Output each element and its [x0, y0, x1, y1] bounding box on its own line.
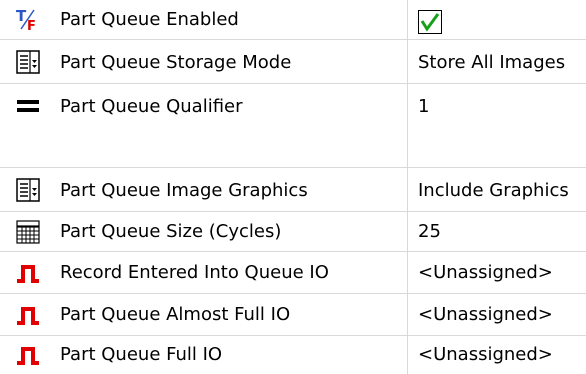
- property-row-part-queue-qualifier[interactable]: Part Queue Qualifier 1: [0, 84, 586, 168]
- property-row-part-queue-full-io[interactable]: Part Queue Full IO <Unassigned>: [0, 336, 586, 374]
- property-value-cell[interactable]: 1: [408, 84, 586, 167]
- property-name-cell: Part Queue Almost Full IO: [0, 294, 408, 335]
- property-label: Part Queue Storage Mode: [60, 52, 292, 73]
- property-row-part-queue-storage-mode[interactable]: Part Queue Storage Mode Store All Images: [0, 40, 586, 84]
- property-grid: T F Part Queue Enabled Part Queue Storag…: [0, 0, 586, 374]
- property-label: Part Queue Size (Cycles): [60, 221, 282, 242]
- property-value-cell[interactable]: <Unassigned>: [408, 336, 586, 374]
- property-value[interactable]: Store All Images: [418, 52, 565, 74]
- list-dropdown-icon: [16, 50, 40, 74]
- property-name-cell: Record Entered Into Queue IO: [0, 252, 408, 293]
- property-value[interactable]: Include Graphics: [418, 180, 569, 202]
- property-row-part-queue-size[interactable]: Part Queue Size (Cycles) 25: [0, 212, 586, 252]
- property-name-cell: Part Queue Full IO: [0, 336, 408, 374]
- property-row-record-entered-into-queue-io[interactable]: Record Entered Into Queue IO <Unassigned…: [0, 252, 586, 294]
- property-row-part-queue-enabled[interactable]: T F Part Queue Enabled: [0, 0, 586, 40]
- property-value-cell[interactable]: <Unassigned>: [408, 252, 586, 293]
- property-name-cell: Part Queue Image Graphics: [0, 168, 408, 211]
- property-label: Part Queue Full IO: [60, 344, 223, 365]
- equals-icon: [16, 94, 40, 118]
- property-name-cell: Part Queue Qualifier: [0, 84, 408, 167]
- property-label: Record Entered Into Queue IO: [60, 262, 329, 283]
- property-label: Part Queue Image Graphics: [60, 180, 308, 201]
- property-value-cell[interactable]: Include Graphics: [408, 168, 586, 211]
- property-value-cell[interactable]: <Unassigned>: [408, 294, 586, 335]
- property-name-cell: Part Queue Storage Mode: [0, 40, 408, 83]
- property-value[interactable]: <Unassigned>: [418, 304, 553, 326]
- property-label: Part Queue Almost Full IO: [60, 304, 291, 325]
- numeric-keypad-icon: [16, 220, 40, 244]
- pulse-signal-icon: [16, 343, 40, 367]
- property-value-cell[interactable]: Store All Images: [408, 40, 586, 83]
- property-value[interactable]: 1: [418, 96, 429, 118]
- property-label: Part Queue Enabled: [60, 9, 239, 30]
- property-value[interactable]: <Unassigned>: [418, 344, 553, 366]
- svg-text:F: F: [27, 19, 36, 32]
- property-value[interactable]: <Unassigned>: [418, 262, 553, 284]
- list-dropdown-icon: [16, 178, 40, 202]
- property-row-part-queue-image-graphics[interactable]: Part Queue Image Graphics Include Graphi…: [0, 168, 586, 212]
- property-value-cell[interactable]: 25: [408, 212, 586, 251]
- pulse-signal-icon: [16, 261, 40, 285]
- enabled-checkbox[interactable]: [418, 10, 442, 34]
- property-value[interactable]: 25: [418, 221, 441, 243]
- true-false-icon: T F: [16, 7, 40, 34]
- property-label: Part Queue Qualifier: [60, 96, 243, 117]
- checkmark-icon: [420, 13, 440, 32]
- property-name-cell: Part Queue Size (Cycles): [0, 212, 408, 251]
- property-value-cell[interactable]: [408, 0, 586, 39]
- property-row-part-queue-almost-full-io[interactable]: Part Queue Almost Full IO <Unassigned>: [0, 294, 586, 336]
- pulse-signal-icon: [16, 303, 40, 327]
- property-name-cell: T F Part Queue Enabled: [0, 0, 408, 39]
